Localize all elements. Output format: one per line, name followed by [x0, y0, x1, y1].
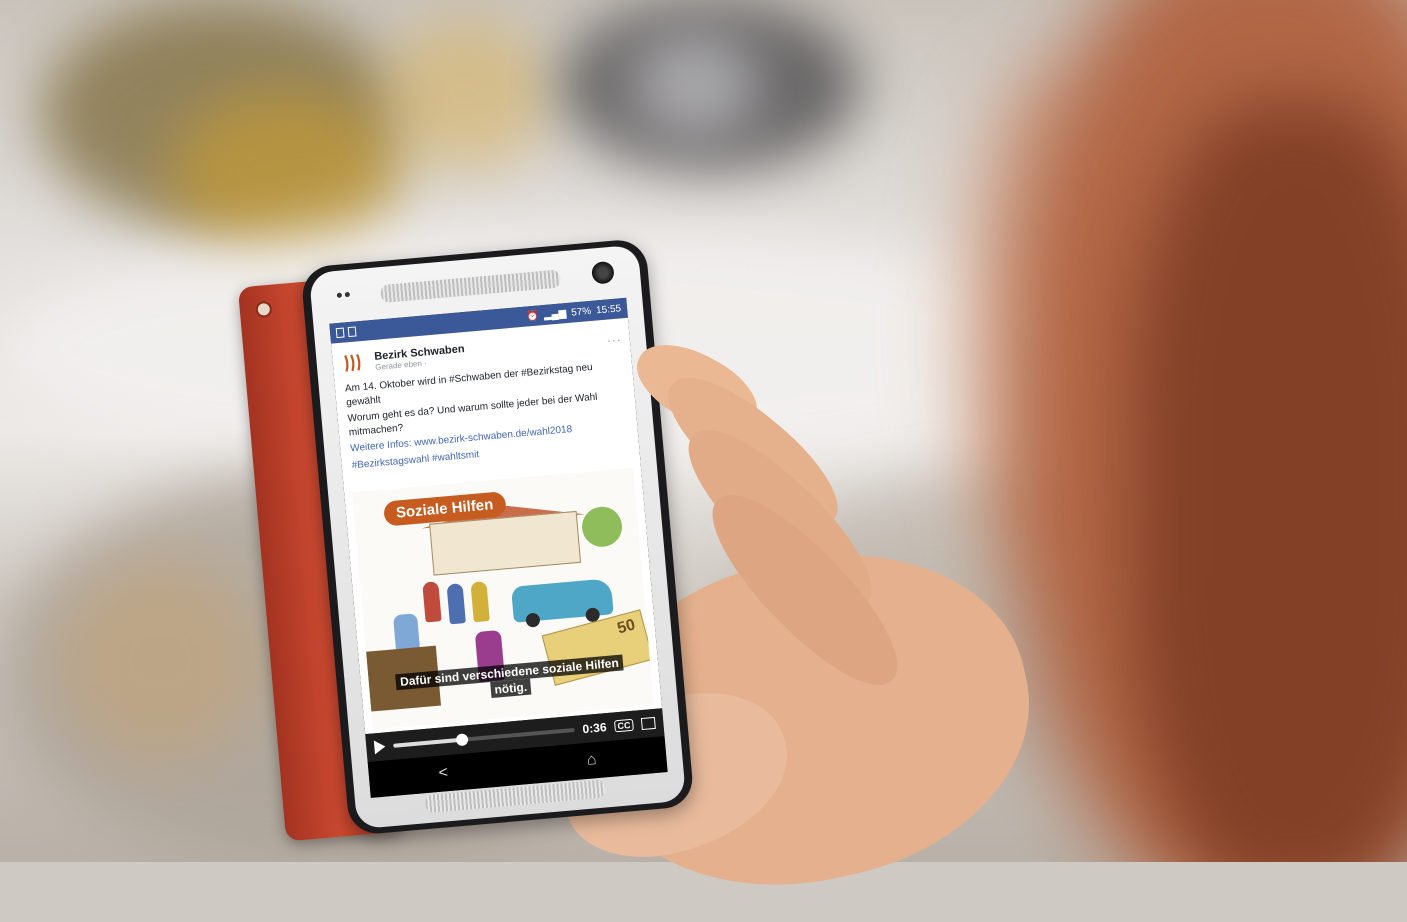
banknote-value: 50: [615, 616, 638, 638]
proximity-sensor: [337, 292, 353, 299]
notification-icon: [335, 327, 345, 339]
subtitle-line: nötig.: [489, 678, 532, 698]
video-time: 0:36: [581, 720, 608, 737]
schwaben-logo-icon: [344, 353, 361, 372]
facebook-post: Bezirk Schwaben Gerade eben · ··· Am 14.…: [331, 317, 663, 735]
front-camera: [590, 260, 615, 285]
tree-illustration: [580, 505, 624, 549]
signal-icon: ▂▄▆: [543, 307, 567, 321]
video-player[interactable]: Soziale Hilfen 50 Dafür sind verschieden…: [352, 467, 654, 730]
seek-progress: [393, 737, 463, 748]
phone-body: ⏰ ▂▄▆ 57% 15:55 Bezirk Schwaben Gerade e…: [308, 244, 687, 830]
notification-icon: [347, 326, 357, 338]
phone-screen: ⏰ ▂▄▆ 57% 15:55 Bezirk Schwaben Gerade e…: [329, 297, 668, 798]
back-icon[interactable]: <: [438, 764, 449, 783]
smartphone: ⏰ ▂▄▆ 57% 15:55 Bezirk Schwaben Gerade e…: [237, 237, 695, 842]
person-illustration: [446, 583, 466, 625]
hubcap-blur: [630, 30, 760, 140]
play-icon[interactable]: [373, 739, 386, 755]
seek-bar[interactable]: [393, 727, 575, 748]
more-options-icon[interactable]: ···: [606, 332, 622, 347]
battery-level: 57%: [570, 305, 592, 319]
person-illustration: [422, 581, 442, 623]
notification-icons: [335, 326, 357, 339]
fullscreen-icon[interactable]: [640, 716, 656, 731]
wheel: [525, 612, 541, 628]
foliage-blur: [380, 20, 550, 170]
hair-shadow-blur: [1130, 100, 1407, 862]
alarm-icon: ⏰: [525, 309, 540, 323]
person-illustration: [470, 581, 490, 623]
foliage-blur: [170, 90, 400, 260]
leaves-blur: [60, 560, 260, 760]
captions-icon[interactable]: CC: [613, 718, 634, 733]
clock: 15:55: [595, 302, 622, 316]
page-avatar[interactable]: [340, 349, 368, 377]
home-icon[interactable]: ⌂: [586, 751, 597, 770]
case-snap: [255, 300, 273, 319]
seek-handle[interactable]: [455, 733, 469, 747]
car-illustration: [510, 578, 614, 628]
top-speaker-grille: [380, 269, 562, 304]
